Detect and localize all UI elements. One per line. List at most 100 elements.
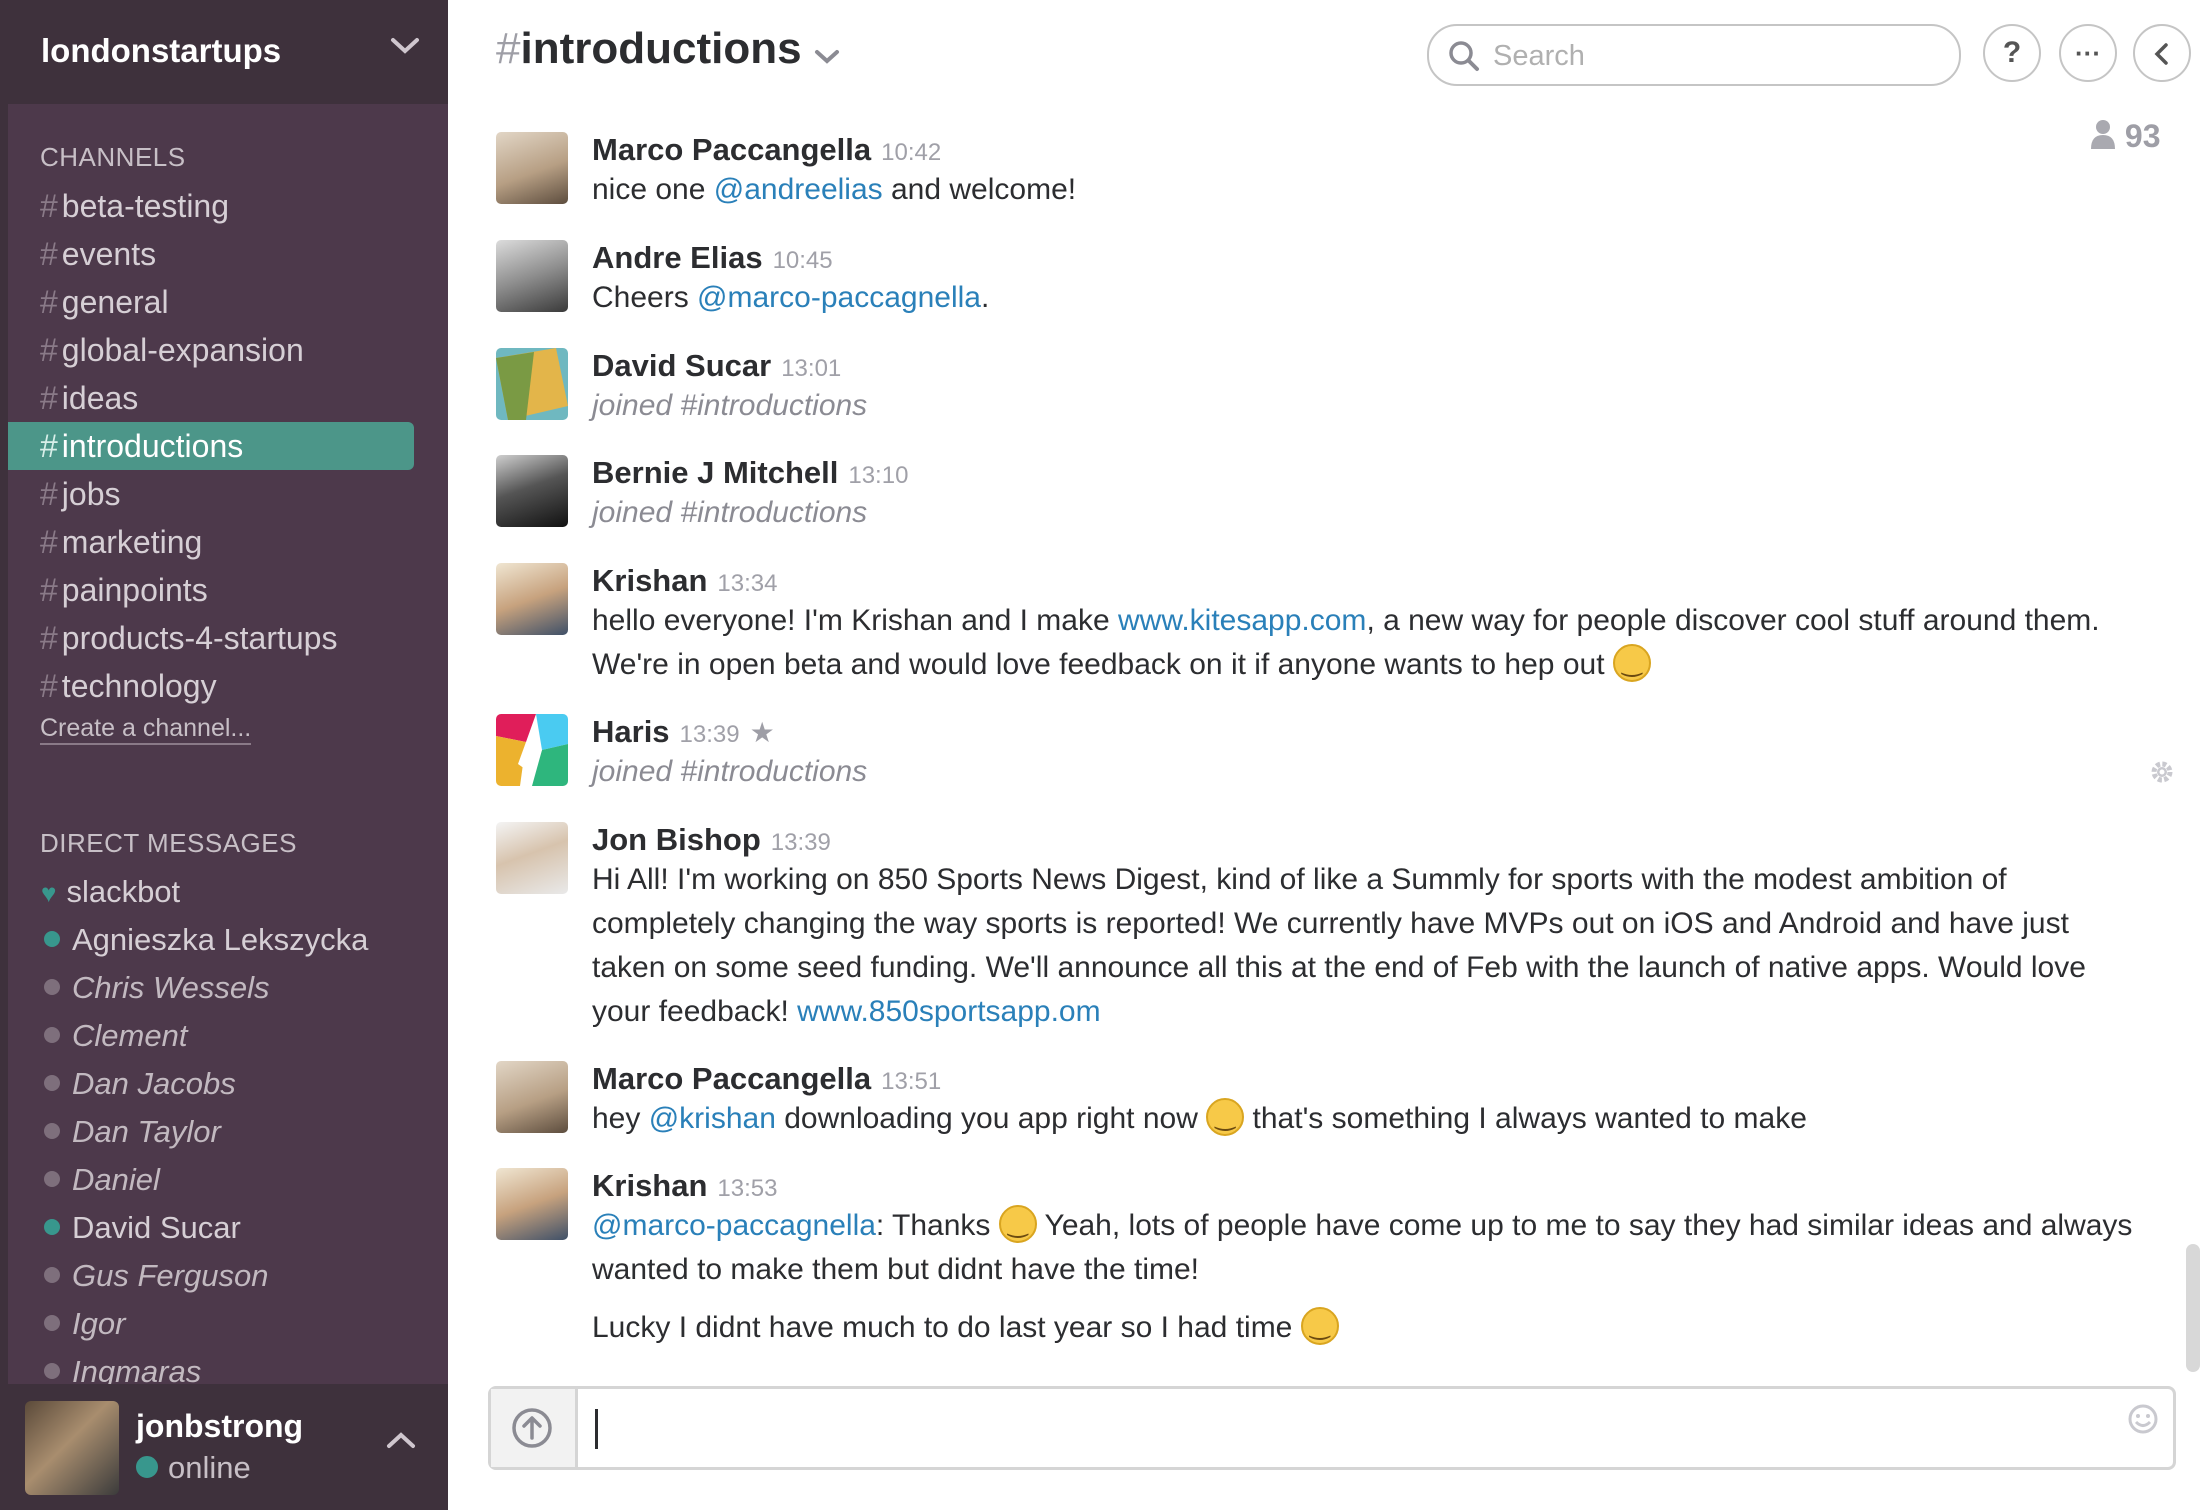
message-text: Hi All! I'm working on 850 Sports News D… [592, 858, 2136, 1034]
scrollbar-thumb[interactable] [2186, 1244, 2200, 1372]
message-time[interactable]: 13:34 [717, 570, 777, 597]
message-time[interactable]: 13:10 [848, 462, 908, 489]
help-button[interactable]: ? [1983, 24, 2041, 82]
sidebar-item-technology[interactable]: # technology [8, 662, 414, 710]
sidebar-item-jobs[interactable]: # jobs [8, 470, 414, 518]
avatar[interactable] [496, 240, 568, 312]
message-link[interactable]: www.850sportsapp.om [797, 995, 1101, 1028]
hash-icon: # [40, 428, 58, 464]
message-link[interactable]: www.kitesapp.com [1118, 604, 1366, 637]
message-composer[interactable] [488, 1386, 2176, 1470]
chevron-down-icon[interactable] [390, 36, 420, 61]
smiley-emoji-icon[interactable]: ‿ [998, 1205, 1037, 1244]
star-icon[interactable]: ★ [750, 717, 775, 748]
sidebar-item-general[interactable]: # general [8, 278, 414, 326]
message-time[interactable]: 10:45 [773, 247, 833, 274]
dm-name: Agnieszka Lekszycka [72, 922, 369, 957]
channels-section-title[interactable]: CHANNELS [40, 142, 186, 173]
message-text: Lucky I didnt have much to do last year … [592, 1306, 2136, 1350]
dm-item-dan-jacobs[interactable]: Dan Jacobs [8, 1060, 414, 1108]
avatar[interactable] [496, 348, 568, 420]
emoji-picker-icon[interactable] [2127, 1403, 2159, 1440]
sidebar-item-beta-testing[interactable]: # beta-testing [8, 182, 414, 230]
hash-icon: # [40, 524, 58, 560]
search-input[interactable]: Search [1427, 24, 1961, 86]
yum-emoji-icon[interactable]: ‿ [1300, 1307, 1339, 1346]
message-time[interactable]: 13:53 [717, 1175, 777, 1202]
sidebar-item-products-4-startups[interactable]: # products-4-startups [8, 614, 414, 662]
user-mention[interactable]: @andreelias [714, 173, 883, 206]
user-mention[interactable]: @marco-paccagnella [697, 281, 981, 314]
dm-item-chris-wessels[interactable]: Chris Wessels [8, 964, 414, 1012]
dm-item-gus-ferguson[interactable]: Gus Ferguson [8, 1252, 414, 1300]
dm-item-david-sucar[interactable]: David Sucar [8, 1204, 414, 1252]
message-time[interactable]: 13:01 [781, 355, 841, 382]
sidebar-item-introductions[interactable]: # introductions [8, 422, 414, 470]
more-button[interactable]: ··· [2059, 24, 2117, 82]
chevron-down-icon[interactable] [812, 46, 842, 71]
avatar[interactable] [496, 563, 568, 635]
sidebar-item-marketing[interactable]: # marketing [8, 518, 414, 566]
avatar[interactable] [25, 1401, 119, 1495]
user-mention[interactable]: @krishan [649, 1102, 776, 1135]
dm-item-igor[interactable]: Igor [8, 1300, 414, 1348]
dm-name: Daniel [72, 1162, 160, 1197]
avatar[interactable] [496, 822, 568, 894]
message-sender[interactable]: Krishan [592, 563, 707, 598]
sidebar-item-events[interactable]: # events [8, 230, 414, 278]
current-user-name[interactable]: jonbstrong [136, 1408, 303, 1445]
chevron-up-icon[interactable] [386, 1430, 416, 1455]
smiley-emoji-icon[interactable]: ‿ [1612, 644, 1651, 683]
avatar[interactable] [496, 1168, 568, 1240]
upload-icon[interactable] [511, 1407, 553, 1454]
user-footer[interactable]: jonbstrong online [8, 1384, 448, 1510]
collapse-button[interactable] [2133, 24, 2191, 82]
text-segment: that's something I always wanted to make [1244, 1102, 1807, 1135]
smiley-emoji-icon[interactable]: ‿ [1206, 1098, 1245, 1137]
message-time[interactable]: 13:39 [771, 829, 831, 856]
text-cursor [595, 1409, 598, 1449]
message-sender[interactable]: David Sucar [592, 348, 771, 383]
channel-title[interactable]: #introductions [496, 24, 802, 74]
message-time[interactable]: 13:39 [680, 721, 740, 748]
message-sender[interactable]: Jon Bishop [592, 822, 761, 857]
message-time[interactable]: 10:42 [881, 139, 941, 166]
avatar[interactable] [496, 714, 568, 786]
upload-button[interactable] [491, 1389, 578, 1467]
avatar[interactable] [496, 455, 568, 527]
message-time[interactable]: 13:51 [881, 1068, 941, 1095]
create-channel-link[interactable]: Create a channel... [40, 714, 252, 745]
channel-label: technology [61, 668, 217, 704]
user-mention[interactable]: @marco-paccagnella [592, 1209, 876, 1242]
presence-away-icon [44, 1074, 60, 1091]
sidebar-item-global-expansion[interactable]: # global-expansion [8, 326, 414, 374]
text-segment: . [980, 281, 990, 314]
dm-item-slackbot[interactable]: ♥ slackbot [8, 868, 414, 916]
hash-icon: # [40, 620, 58, 656]
dm-item-agnieszka-lekszycka[interactable]: Agnieszka Lekszycka [8, 916, 414, 964]
message-sender[interactable]: Haris [592, 714, 670, 749]
message-sender[interactable]: Andre Elias [592, 240, 763, 275]
sidebar-item-painpoints[interactable]: # painpoints [8, 566, 414, 614]
dm-item-clement[interactable]: Clement [8, 1012, 414, 1060]
dm-item-daniel[interactable]: Daniel [8, 1156, 414, 1204]
channel-label: marketing [61, 524, 203, 560]
avatar[interactable] [496, 132, 568, 204]
hash-icon: # [40, 236, 58, 272]
team-header[interactable]: londonstartups [8, 0, 448, 104]
direct-messages-section-title[interactable]: DIRECT MESSAGES [40, 828, 297, 859]
scrollbar-track[interactable] [2186, 110, 2200, 1370]
text-segment: : Thanks [875, 1209, 999, 1242]
message-sender[interactable]: Marco Paccangella [592, 1061, 871, 1096]
message-sender[interactable]: Bernie J Mitchell [592, 455, 838, 490]
presence-online-icon [44, 930, 60, 947]
message-sender[interactable]: Krishan [592, 1168, 707, 1203]
team-name[interactable]: londonstartups [41, 32, 281, 70]
dm-item-ingmaras[interactable]: Ingmaras [8, 1348, 414, 1384]
sidebar-item-ideas[interactable]: # ideas [8, 374, 414, 422]
dm-name: Dan Jacobs [72, 1066, 236, 1101]
message-sender[interactable]: Marco Paccangella [592, 132, 871, 167]
gear-icon[interactable] [2148, 758, 2176, 791]
avatar[interactable] [496, 1061, 568, 1133]
dm-item-dan-taylor[interactable]: Dan Taylor [8, 1108, 414, 1156]
